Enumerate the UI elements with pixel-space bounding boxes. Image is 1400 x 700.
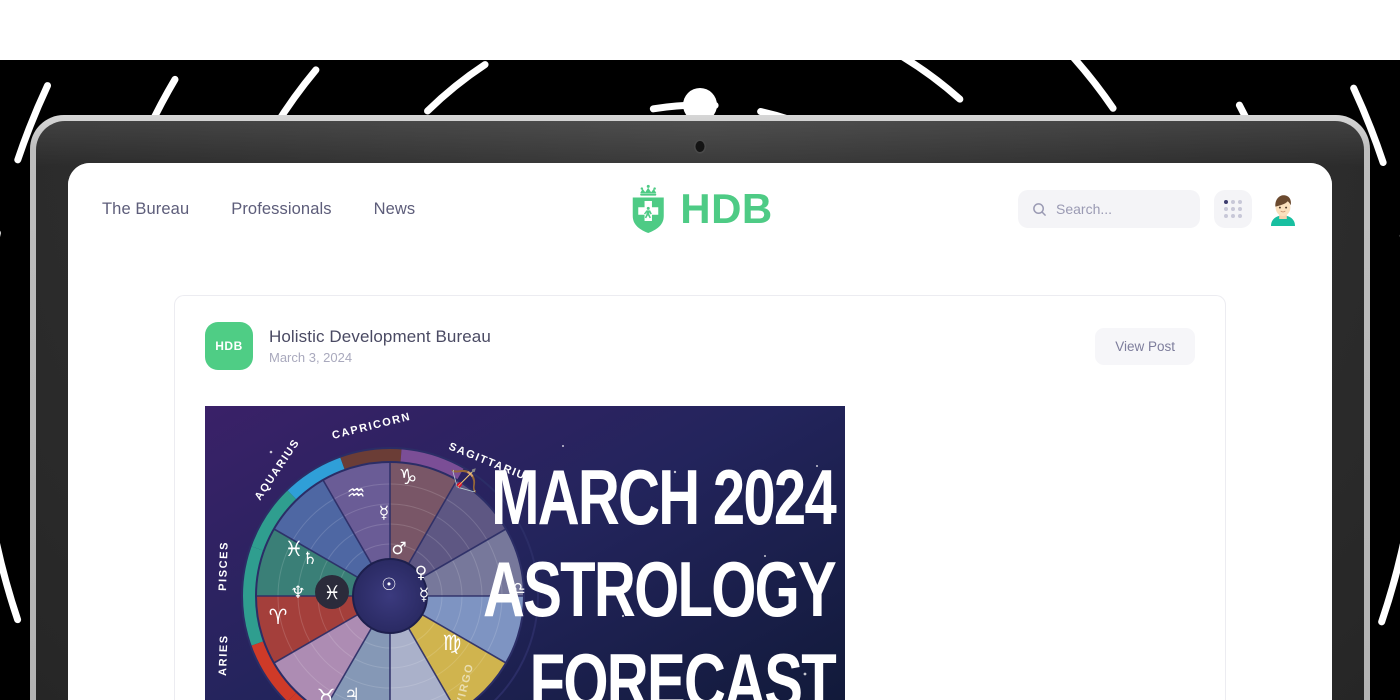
- svg-text:♉: ♉: [317, 685, 336, 700]
- zodiac-label: ARIES: [217, 634, 230, 676]
- laptop-device: The Bureau Professionals News HDB Search…: [30, 115, 1370, 700]
- post-header: HDB Holistic Development Bureau March 3,…: [205, 322, 1195, 370]
- nav-item-professionals[interactable]: Professionals: [231, 200, 331, 219]
- post-avatar: HDB: [205, 322, 253, 370]
- svg-text:♑: ♑: [399, 465, 418, 489]
- svg-text:☿: ☿: [379, 503, 389, 523]
- apps-grid-icon: [1224, 200, 1242, 218]
- svg-text:♓: ♓: [285, 537, 304, 561]
- site-header: The Bureau Professionals News HDB Search…: [68, 163, 1332, 255]
- brand-text: HDB: [680, 185, 773, 232]
- nav-item-news[interactable]: News: [374, 200, 416, 219]
- svg-text:♂: ♂: [391, 539, 406, 559]
- webcam-icon: [695, 141, 705, 152]
- svg-text:☿: ☿: [419, 585, 429, 605]
- poster-title-line-2: ASTROLOGY: [483, 546, 836, 633]
- svg-text:♃: ♃: [344, 685, 359, 700]
- poster-title-line-3: FORECAST: [530, 638, 837, 700]
- svg-text:♓: ♓: [323, 582, 340, 604]
- svg-text:🏹: 🏹: [450, 468, 477, 494]
- apps-grid-button[interactable]: [1214, 190, 1252, 228]
- page-content: HDB Holistic Development Bureau March 3,…: [68, 255, 1332, 700]
- post-date: March 3, 2024: [269, 350, 353, 365]
- search-box[interactable]: [1018, 190, 1200, 228]
- post-card: HDB Holistic Development Bureau March 3,…: [174, 295, 1226, 700]
- screenshot-stage: The Bureau Professionals News HDB Search…: [0, 0, 1400, 700]
- laptop-screen: The Bureau Professionals News HDB Search…: [68, 163, 1332, 700]
- user-avatar-button[interactable]: [1266, 192, 1300, 226]
- svg-text:☉: ☉: [381, 575, 396, 595]
- svg-text:♆: ♆: [290, 583, 305, 603]
- header-actions: [1018, 190, 1300, 228]
- search-icon: [1033, 202, 1046, 216]
- svg-text:♒: ♒: [347, 481, 366, 505]
- shield-crest-cross-icon: [632, 184, 664, 233]
- svg-text:♄: ♄: [302, 549, 317, 569]
- svg-text:♀: ♀: [415, 563, 427, 583]
- user-avatar-icon: [1271, 195, 1295, 226]
- poster-title-line-1: MARCH 2024: [491, 454, 836, 541]
- svg-text:♍: ♍: [443, 631, 462, 655]
- post-media-image[interactable]: ♑ ♒ ♓ ♈ ♉ ♍ 🏹 ♓ ☿ ♂ ♀ ☿ ☉ ♄ ♆ ♃ ♎ SAGITT…: [205, 406, 845, 700]
- view-post-button[interactable]: View Post: [1095, 327, 1195, 365]
- astrology-poster: ♑ ♒ ♓ ♈ ♉ ♍ 🏹 ♓ ☿ ♂ ♀ ☿ ☉ ♄ ♆ ♃ ♎ SAGITT…: [205, 406, 845, 700]
- zodiac-label: PISCES: [217, 541, 231, 591]
- brand-logo[interactable]: HDB: [627, 184, 773, 234]
- search-input[interactable]: [1056, 201, 1186, 217]
- main-nav: The Bureau Professionals News: [102, 200, 415, 219]
- nav-item-the-bureau[interactable]: The Bureau: [102, 200, 189, 219]
- post-author: Holistic Development Bureau: [269, 327, 491, 346]
- svg-text:♈: ♈: [269, 605, 288, 629]
- post-meta: Holistic Development Bureau March 3, 202…: [269, 327, 491, 365]
